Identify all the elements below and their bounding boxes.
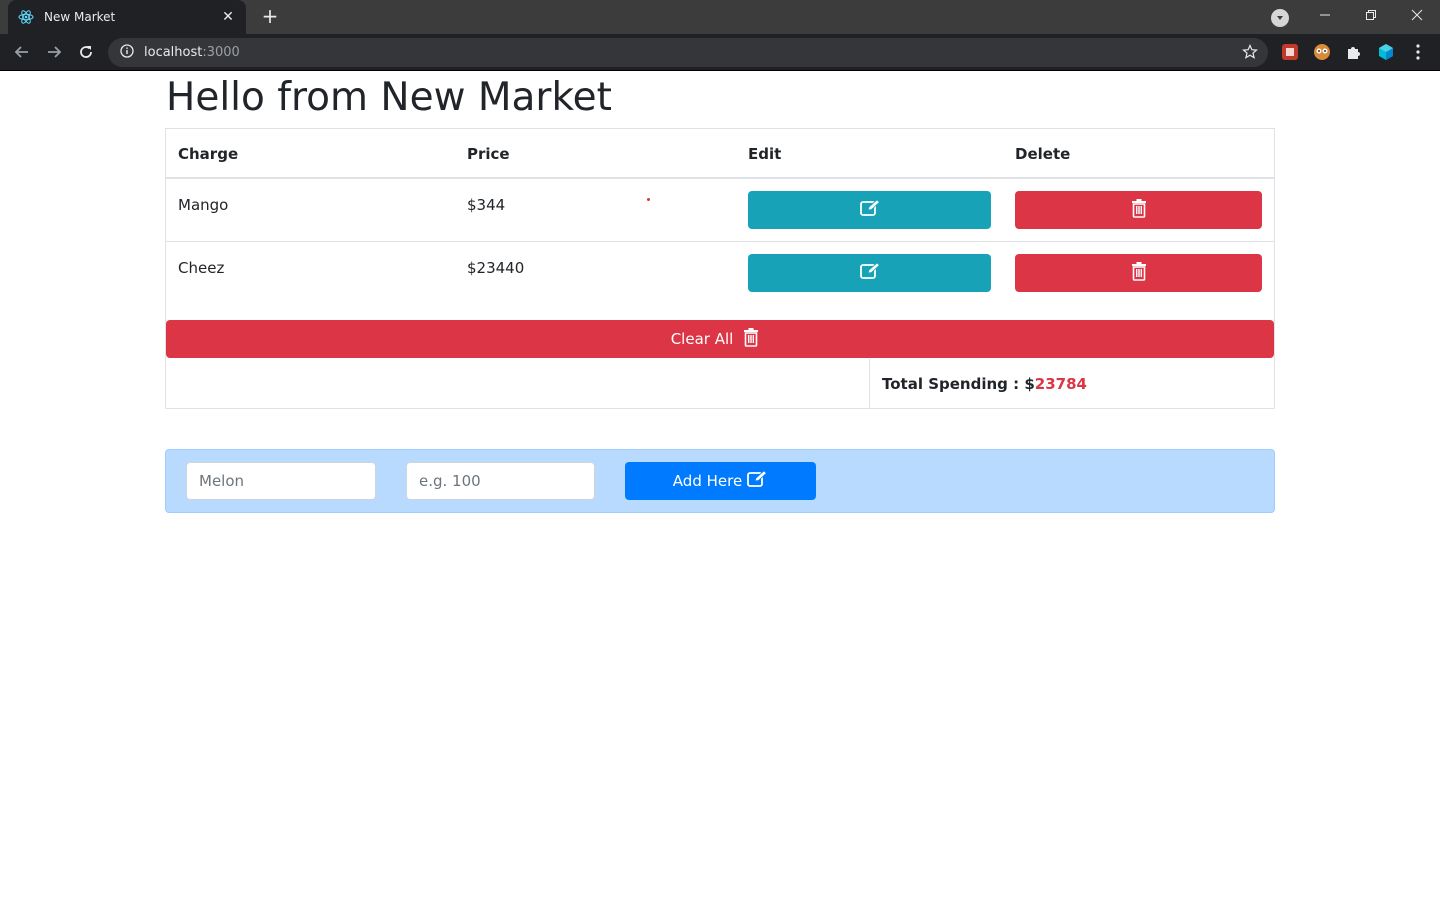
extensions-puzzle-icon[interactable] (1345, 43, 1363, 61)
row-price: $23440 (467, 259, 525, 277)
total-value: 23784 (1034, 375, 1087, 393)
url-host: localhost (144, 45, 203, 60)
minimize-icon[interactable] (1302, 0, 1348, 30)
divider (869, 359, 870, 408)
total-row: Total Spending : $23784 (165, 359, 1275, 409)
tab-title: New Market (44, 10, 116, 24)
browser-menu-icon[interactable] (1409, 43, 1427, 61)
add-here-button[interactable]: Add Here (625, 462, 816, 500)
edit-icon (746, 470, 768, 492)
info-icon[interactable] (120, 43, 134, 62)
edit-icon (859, 262, 881, 284)
table-header: Charge Price Edit Delete (166, 129, 1274, 179)
total-spending: Total Spending : $23784 (882, 375, 1087, 393)
clear-all-label: Clear All (670, 330, 734, 348)
charge-input[interactable] (186, 462, 376, 500)
bookmark-star-icon[interactable] (1242, 44, 1258, 64)
extension-red-icon[interactable] (1281, 43, 1299, 61)
delete-button[interactable] (1015, 191, 1262, 229)
trash-icon (1131, 198, 1147, 222)
price-input[interactable] (406, 462, 595, 500)
table-row: Mango $344 (166, 179, 1274, 242)
header-charge: Charge (178, 145, 239, 163)
new-tab-icon[interactable]: + (258, 5, 282, 29)
address-bar[interactable]: localhost:3000 (108, 38, 1268, 67)
forward-icon[interactable] (42, 40, 66, 64)
close-window-icon[interactable] (1394, 0, 1440, 30)
edit-icon (859, 199, 881, 221)
trash-icon (743, 327, 759, 351)
clear-all-button[interactable]: Clear All (166, 320, 1274, 358)
react-icon (18, 9, 34, 25)
row-charge: Cheez (178, 259, 225, 277)
reload-icon[interactable] (74, 40, 98, 64)
browser-tab[interactable]: New Market ✕ (8, 0, 246, 34)
url-port: :3000 (202, 45, 240, 60)
row-price: $344 (467, 196, 506, 214)
edit-button[interactable] (748, 254, 991, 292)
tab-search-icon[interactable] (1271, 9, 1289, 27)
extension-owl-icon[interactable] (1313, 43, 1331, 61)
page-content: Hello from New Market Charge Price Edit … (0, 71, 1440, 900)
browser-toolbar: localhost:3000 (0, 34, 1440, 71)
header-edit: Edit (748, 145, 782, 163)
page-heading: Hello from New Market (166, 75, 612, 120)
trash-icon (1131, 261, 1147, 285)
delete-button[interactable] (1015, 254, 1262, 292)
close-tab-icon[interactable]: ✕ (220, 9, 236, 25)
add-item-form: Add Here (165, 449, 1275, 513)
edit-button[interactable] (748, 191, 991, 229)
add-here-label: Add Here (672, 472, 743, 490)
back-icon[interactable] (10, 40, 34, 64)
table-row: Cheez $23440 (166, 242, 1274, 305)
extension-cube-icon[interactable] (1377, 43, 1395, 61)
header-price: Price (467, 145, 510, 163)
row-charge: Mango (178, 196, 229, 214)
header-delete: Delete (1015, 145, 1071, 163)
total-label: Total Spending : $ (882, 375, 1035, 393)
browser-tab-bar: New Market ✕ + (0, 0, 1440, 34)
restore-icon[interactable] (1348, 0, 1394, 30)
red-dot-marker (647, 198, 650, 201)
